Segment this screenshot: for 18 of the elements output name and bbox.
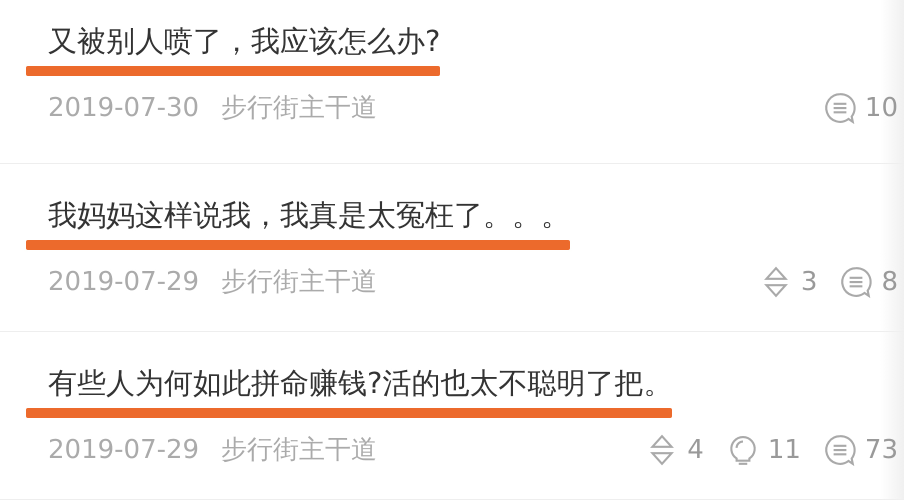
comment-icon [822,432,857,466]
post-title[interactable]: 我妈妈这样说我，我真是太冤枉了。。。 [48,196,570,236]
stat-count: 10 [864,92,898,122]
comment-icon [839,264,874,298]
stat-count: 3 [800,266,818,296]
post-title[interactable]: 又被别人喷了，我应该怎么办? [48,22,440,62]
stat-count: 4 [687,434,704,464]
board-name: 步行街主干道 [221,266,378,299]
stat-count: 8 [881,266,898,296]
post-date: 2019-07-29 [48,266,200,296]
stat-count: 73 [864,434,898,464]
post-date: 2019-07-29 [48,434,200,464]
post-date: 2019-07-30 [48,92,200,122]
comment-icon [822,90,857,124]
board-name: 步行街主干道 [221,434,378,467]
stat-count: 11 [768,434,801,464]
board-name: 步行街主干道 [221,92,378,125]
post-title[interactable]: 有些人为何如此拼命赚钱?活的也太不聪明了把。 [48,364,672,404]
